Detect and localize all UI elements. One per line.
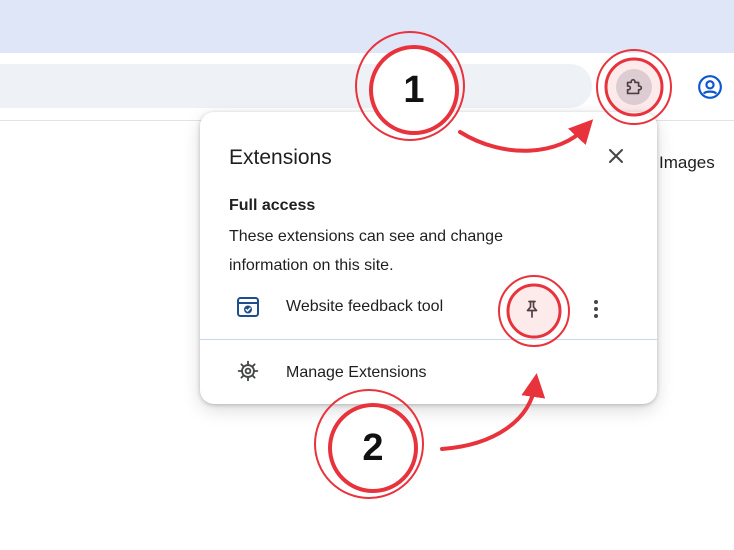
popup-divider [200, 339, 657, 340]
step-1-badge: 1 [369, 45, 459, 135]
pin-button[interactable] [518, 295, 546, 323]
step-2-badge: 2 [328, 403, 418, 493]
images-link[interactable]: Images [659, 153, 734, 173]
browser-toolbar [0, 53, 734, 121]
more-vert-icon [594, 300, 598, 318]
popup-title: Extensions [229, 146, 332, 169]
puzzle-icon [626, 78, 643, 95]
full-access-heading: Full access [229, 197, 316, 214]
profile-button[interactable] [692, 69, 728, 105]
close-button[interactable] [604, 144, 628, 168]
extensions-popup: Extensions Full access These extensions … [200, 112, 657, 404]
extension-name: Website feedback tool [286, 298, 444, 315]
close-icon [609, 149, 623, 163]
manage-extensions-label: Manage Extensions [286, 364, 427, 381]
address-bar[interactable] [0, 64, 592, 108]
extensions-button[interactable] [616, 69, 652, 105]
extension-more-button[interactable] [586, 295, 606, 323]
profile-icon [698, 75, 722, 99]
browser-window-check-icon [236, 296, 260, 323]
manage-extensions-button[interactable]: Manage Extensions [200, 356, 657, 392]
extension-row[interactable]: Website feedback tool [200, 290, 657, 326]
gear-icon [237, 360, 259, 387]
browser-tab-strip [0, 0, 734, 53]
pin-icon [526, 300, 538, 318]
full-access-description: These extensions can see and change info… [229, 228, 503, 274]
